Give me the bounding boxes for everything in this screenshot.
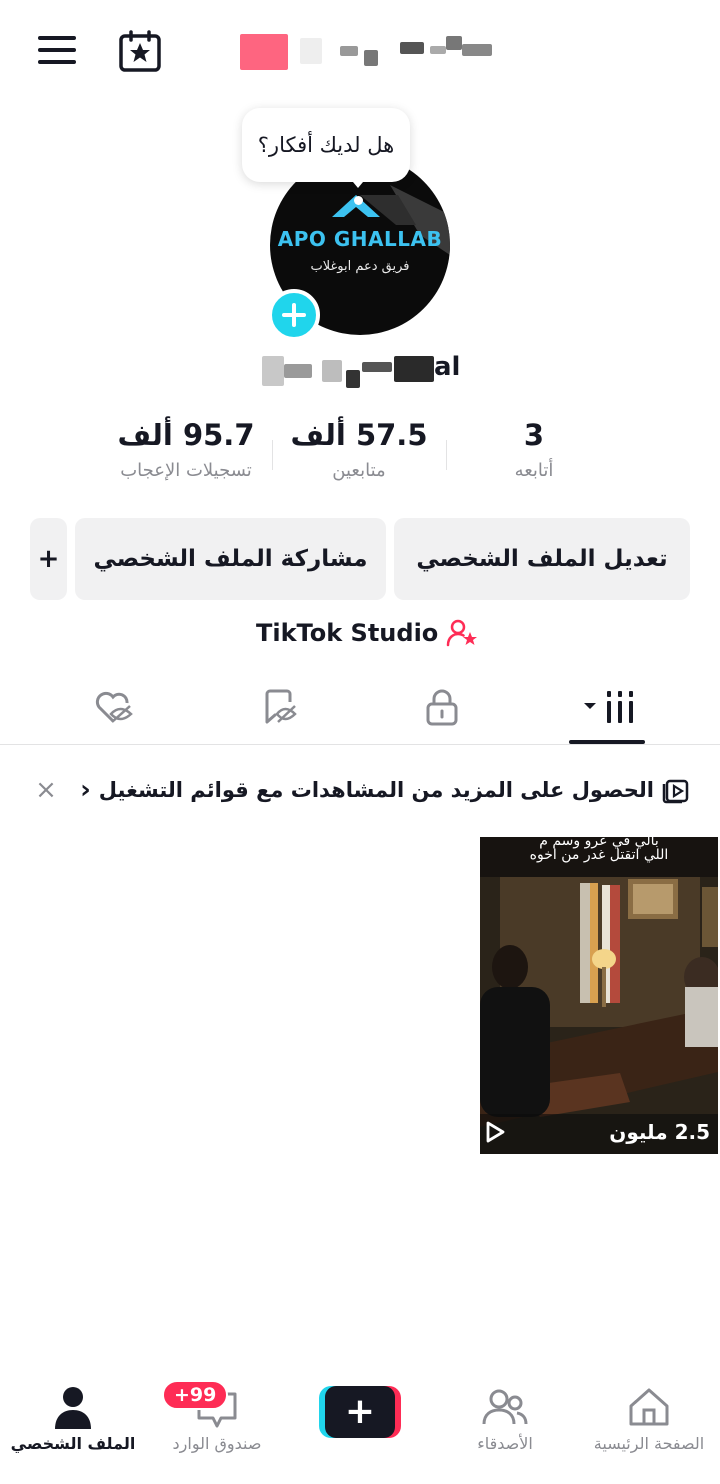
tab-videos[interactable] (570, 684, 650, 730)
home-icon (629, 1388, 669, 1426)
tiktok-studio-label: TikTok Studio (256, 619, 439, 647)
video-caption-line2: اللي اتقتل غدر من اخوه (529, 847, 669, 863)
ideas-bubble-text: هل لديك أفكار؟ (257, 133, 395, 157)
calendar-star-icon[interactable] (118, 30, 162, 72)
nav-home-label: الصفحة الرئيسية (593, 1434, 705, 1453)
tab-liked[interactable] (74, 684, 154, 730)
tiktok-studio-link[interactable]: TikTok Studio (256, 614, 478, 652)
playlist-icon (662, 779, 689, 804)
create-button-face: + (325, 1386, 395, 1438)
heart-hidden-icon (95, 691, 133, 723)
tabs-divider (0, 744, 720, 745)
playlist-banner[interactable]: الحصول على المزيد من المشاهدات مع قوائم … (80, 772, 690, 808)
display-name-suffix: al (434, 352, 461, 382)
username-redacted[interactable] (240, 34, 500, 70)
create-button[interactable]: + (319, 1386, 401, 1438)
person-star-icon (447, 619, 478, 647)
display-name: al (260, 350, 460, 390)
close-banner-button[interactable]: × (32, 775, 60, 805)
plus-icon (282, 303, 306, 327)
add-avatar-button[interactable] (268, 289, 320, 341)
stat-followers-value: 57.5 ألف (290, 418, 428, 452)
bookmark-hidden-icon (265, 689, 297, 724)
tab-private[interactable] (402, 684, 482, 730)
stat-likes-label: تسجيلات الإعجاب (120, 460, 252, 481)
stat-following[interactable]: 3 أتابعه (434, 418, 634, 481)
stat-followers[interactable]: 57.5 ألف متابعين (259, 418, 459, 481)
playlist-banner-text: الحصول على المزيد من المشاهدات مع قوائم … (98, 778, 654, 802)
video-view-count: 2.5 مليون (609, 1120, 710, 1144)
nav-home[interactable]: الصفحة الرئيسية (584, 1384, 714, 1474)
avatar-tagline: فريق دعم ابوغلاب (310, 259, 410, 274)
edit-profile-button[interactable]: تعديل الملف الشخصي (394, 518, 690, 600)
share-profile-button[interactable]: مشاركة الملف الشخصي (75, 518, 386, 600)
stat-followers-label: متابعين (332, 460, 386, 481)
profile-icon (55, 1387, 91, 1429)
chevron-left-icon: ‹ (80, 775, 91, 805)
ideas-bubble[interactable]: هل لديك أفكار؟ (242, 108, 410, 182)
stat-following-value: 3 (523, 418, 545, 452)
nav-inbox-label: صندوق الوارد (172, 1434, 262, 1453)
nav-profile-label: الملف الشخصي (10, 1434, 136, 1453)
bubble-tail (348, 176, 368, 188)
nav-friends[interactable]: الأصدقاء (440, 1384, 570, 1474)
nav-friends-label: الأصدقاء (477, 1434, 533, 1453)
tab-reposts[interactable] (240, 684, 320, 730)
video-thumbnail[interactable]: بالي في عرو وسم م اللي اتقتل غدر من اخوه… (480, 837, 718, 1154)
hamburger-menu-icon[interactable] (38, 36, 76, 66)
inbox-badge: +99 (162, 1380, 229, 1410)
avatar-brand: APO GHALLAB (277, 227, 443, 251)
friends-icon (482, 1389, 528, 1425)
close-icon: × (35, 775, 57, 805)
stat-likes-value: 95.7 ألف (117, 418, 255, 452)
play-icon (486, 1121, 505, 1143)
lock-icon (426, 689, 458, 726)
add-friends-button[interactable]: + (30, 518, 67, 600)
plus-icon: + (344, 1391, 376, 1432)
stat-likes[interactable]: 95.7 ألف تسجيلات الإعجاب (86, 418, 286, 481)
stat-following-label: أتابعه (514, 460, 554, 481)
nav-profile[interactable]: الملف الشخصي (8, 1384, 138, 1474)
grid-dropdown-icon (584, 691, 633, 723)
video-scene (480, 837, 718, 1154)
bubble-dot (354, 196, 363, 205)
